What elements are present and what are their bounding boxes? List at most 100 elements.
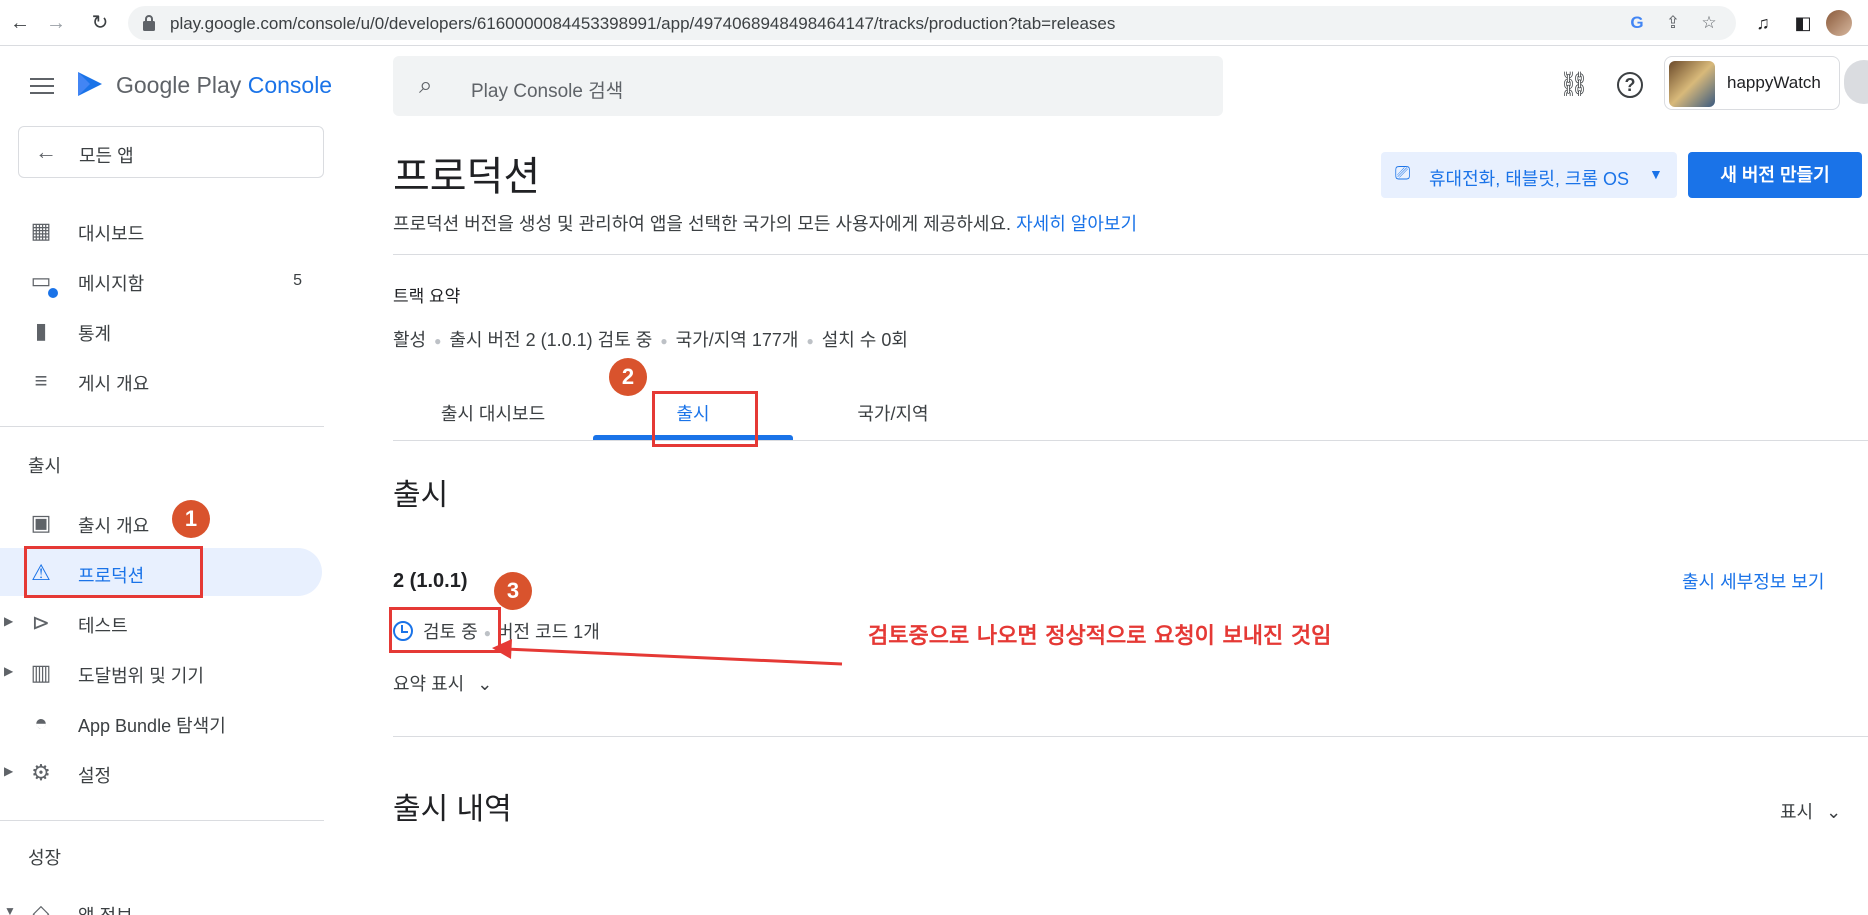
annotation-badge-1: 1 xyxy=(172,500,210,538)
side-panel-icon[interactable]: ◧ xyxy=(1790,10,1816,36)
devices-icon: ⎚ xyxy=(1395,163,1411,184)
forward-icon[interactable]: → xyxy=(42,9,70,37)
sidebar-item-label: 출시 개요 xyxy=(78,516,150,536)
sidebar-item-label: 설정 xyxy=(78,766,112,786)
annotation-box-releases-tab xyxy=(652,391,758,447)
reload-icon[interactable]: ↻ xyxy=(86,9,114,37)
sidebar-item-inbox[interactable]: ▭ 메시지함 5 xyxy=(0,256,324,304)
play-console-logo-icon xyxy=(78,72,102,96)
sidebar-item-publishing-overview[interactable]: ≡ 게시 개요 xyxy=(0,356,324,404)
show-history-toggle[interactable]: 표시 ⌄ xyxy=(1780,798,1841,824)
sidebar-item-label: 통계 xyxy=(78,324,112,344)
bookmark-star-icon[interactable]: ☆ xyxy=(1698,12,1720,34)
tab-countries[interactable]: 국가/지역 xyxy=(793,394,993,440)
view-release-details-link[interactable]: 출시 세부정보 보기 xyxy=(1682,568,1824,594)
account-name: happyWatch xyxy=(1727,73,1821,92)
store-icon: ◇ xyxy=(32,900,50,915)
app-logo-text[interactable]: Google Play Console xyxy=(116,72,332,99)
dropdown-caret-icon: ▼ xyxy=(1649,166,1663,182)
logo-text-console: Console xyxy=(247,72,333,98)
menu-icon[interactable] xyxy=(30,78,54,96)
reach-chart-icon: ▥ xyxy=(30,660,52,685)
summary-installs: 설치 수 0회 xyxy=(821,330,908,350)
developer-account-chip[interactable]: happyWatch xyxy=(1664,56,1840,110)
sidebar-item-dashboard[interactable]: ▦ 대시보드 xyxy=(0,206,324,254)
sidebar-item-label: 메시지함 xyxy=(78,274,145,294)
inbox-count-badge: 5 xyxy=(293,272,302,289)
help-icon[interactable]: ? xyxy=(1617,72,1643,98)
sidebar-item-settings[interactable]: ▶ ⚙ 설정 xyxy=(0,748,324,796)
lock-icon xyxy=(143,15,155,31)
create-new-release-button[interactable]: 새 버전 만들기 xyxy=(1688,152,1862,198)
android-icon: ◓ xyxy=(34,710,48,735)
gear-icon: ⚙ xyxy=(31,760,51,785)
all-apps-button[interactable]: ← 모든 앱 xyxy=(18,126,324,178)
track-summary-title: 트랙 요약 xyxy=(393,287,461,306)
expand-arrow-icon[interactable]: ▶ xyxy=(4,764,13,778)
sidebar-item-store-presence[interactable]: ▼ ◇ 앱 정보 xyxy=(0,888,324,915)
sidebar-section-growth: 성장 xyxy=(28,848,62,868)
sidebar-item-label: App Bundle 탐색기 xyxy=(78,716,226,736)
grid-shapes-icon: ▣ xyxy=(30,510,52,535)
sidebar-item-label: 도달범위 및 기기 xyxy=(78,666,204,686)
sidebar-item-label: 테스트 xyxy=(78,616,128,636)
release-name: 2 (1.0.1) xyxy=(393,570,468,592)
arrow-back-icon: ← xyxy=(35,139,57,164)
link-icon[interactable]: ⛓ xyxy=(1557,68,1591,102)
page-description: 프로덕션 버전을 생성 및 관리하여 앱을 선택한 국가의 모든 사용자에게 제… xyxy=(393,210,1137,236)
sidebar-item-release-overview[interactable]: ▣ 출시 개요 xyxy=(0,498,324,546)
annotation-box-production xyxy=(24,546,203,598)
sidebar-section-release: 출시 xyxy=(28,456,62,476)
show-history-label: 표시 xyxy=(1780,802,1814,822)
chevron-down-icon: ⌄ xyxy=(1826,802,1842,822)
google-icon[interactable]: G xyxy=(1626,12,1648,34)
back-icon[interactable]: ← xyxy=(6,9,34,37)
browser-toolbar: ← → ↻ play.google.com/console/u/0/develo… xyxy=(0,0,1868,46)
browser-profile-icon[interactable] xyxy=(1826,10,1852,36)
play-circle-icon: ⊳ xyxy=(31,610,51,635)
summary-countries: 국가/지역 177개 xyxy=(675,330,799,350)
bar-chart-icon: ▮ xyxy=(34,318,48,343)
account-avatar xyxy=(1669,61,1715,107)
console-search[interactable]: ⌕ Play Console 검색 xyxy=(393,56,1223,116)
sidebar-item-statistics[interactable]: ▮ 통계 xyxy=(0,306,324,354)
all-apps-label: 모든 앱 xyxy=(79,146,134,166)
expand-arrow-icon[interactable]: ▶ xyxy=(4,614,13,628)
tab-release-dashboard[interactable]: 출시 대시보드 xyxy=(400,394,586,440)
show-summary-toggle[interactable]: 요약 표시 ⌄ xyxy=(393,670,492,696)
expand-arrow-icon[interactable]: ▶ xyxy=(4,664,13,678)
page-title: 프로덕션 xyxy=(393,154,541,200)
sidebar-item-testing[interactable]: ▶ ⊳ 테스트 xyxy=(0,598,324,646)
unread-dot xyxy=(48,288,58,298)
device-type-value: 휴대전화, 태블릿, 크롬 OS xyxy=(1429,169,1630,189)
sidebar-item-reach-devices[interactable]: ▶ ▥ 도달범위 및 기기 xyxy=(0,648,324,696)
annotation-note: 검토중으로 나오면 정상적으로 요청이 보내진 것임 xyxy=(868,624,1332,649)
summary-status: 활성 xyxy=(393,330,427,350)
user-avatar[interactable] xyxy=(1844,60,1868,104)
device-type-select[interactable]: ⎚ 휴대전화, 태블릿, 크롬 OS ▼ xyxy=(1381,152,1677,198)
schedule-list-icon: ≡ xyxy=(34,368,48,393)
logo-text-main: Google Play xyxy=(116,72,242,98)
sidebar-item-app-bundle-explorer[interactable]: ◓ App Bundle 탐색기 xyxy=(0,698,324,746)
expand-arrow-icon[interactable]: ▼ xyxy=(4,904,16,915)
releases-heading: 출시 xyxy=(393,479,449,512)
show-summary-label: 요약 표시 xyxy=(393,674,465,694)
media-icon[interactable]: ♫ xyxy=(1750,10,1776,36)
learn-more-link[interactable]: 자세히 알아보기 xyxy=(1016,214,1137,234)
summary-release: 출시 버전 2 (1.0.1) 검토 중 xyxy=(449,330,653,350)
address-bar[interactable]: play.google.com/console/u/0/developers/6… xyxy=(128,6,1736,40)
track-summary: 활성 ● 출시 버전 2 (1.0.1) 검토 중 ● 국가/지역 177개 ● 설치 수 … xyxy=(393,330,908,350)
tabs-divider xyxy=(393,440,1868,441)
annotation-badge-2: 2 xyxy=(609,358,647,396)
release-history-heading: 출시 내역 xyxy=(393,793,512,826)
dashboard-icon: ▦ xyxy=(30,218,52,243)
sidebar-item-label: 대시보드 xyxy=(78,224,145,244)
sidebar-item-label: 앱 정보 xyxy=(78,902,133,915)
sidebar-divider xyxy=(0,820,324,821)
release-divider xyxy=(393,736,1868,737)
share-icon[interactable]: ⇪ xyxy=(1662,12,1684,34)
annotation-box-status xyxy=(389,607,501,653)
search-icon: ⌕ xyxy=(419,72,433,99)
page-description-text: 프로덕션 버전을 생성 및 관리하여 앱을 선택한 국가의 모든 사용자에게 제… xyxy=(393,214,1012,234)
search-placeholder: Play Console 검색 xyxy=(471,81,624,102)
